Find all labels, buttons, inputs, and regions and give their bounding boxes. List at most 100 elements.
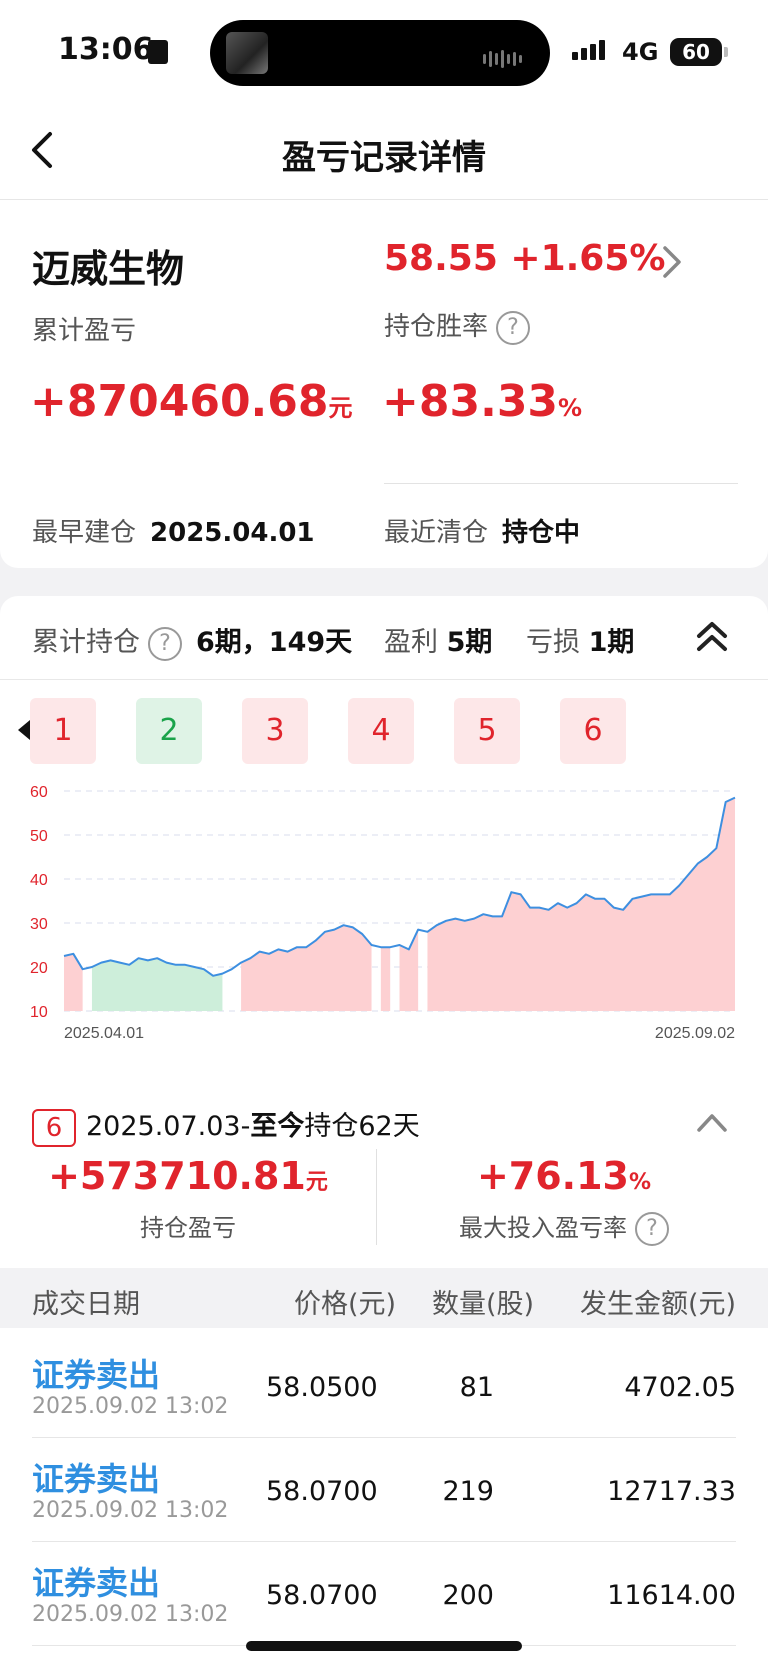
tx-qty: 200 — [442, 1580, 494, 1611]
max-invest-rate-value: +76.13% — [376, 1154, 752, 1198]
first-open-label: 最早建仓 — [32, 518, 137, 548]
holding-period-4-area[interactable] — [380, 947, 391, 1011]
table-row[interactable]: 证券卖出 2025.09.02 13:02 58.0500 81 4702.05 — [32, 1334, 736, 1438]
period-to-now: 至今 — [250, 1111, 305, 1142]
holding-pnl-value: +573710.81元 — [0, 1154, 376, 1198]
tx-qty: 219 — [442, 1476, 494, 1507]
help-icon[interactable]: ? — [148, 626, 182, 661]
stock-name[interactable]: 迈威生物 — [32, 238, 184, 293]
x-start-label: 2025.04.01 — [64, 1025, 144, 1042]
holding-pnl-label: 持仓盈亏 — [140, 1214, 236, 1242]
holding-period-1-area[interactable] — [64, 953, 83, 1011]
holding-pnl-unit: 元 — [305, 1170, 328, 1195]
max-invest-rate-stat: +76.13% 最大投入盈亏率? — [376, 1154, 752, 1246]
total-holdings: 累计持仓? 6期，149天 — [32, 620, 352, 661]
loss-periods: 亏损 1期 — [526, 620, 634, 659]
cumulative-pnl-value: +870460.68元 — [30, 376, 353, 427]
price-chart: 60 50 40 30 20 10 2025.04.01 2025.09.02 — [30, 784, 736, 1042]
tx-time: 2025.09.02 13:02 — [32, 1394, 229, 1419]
help-icon[interactable]: ? — [635, 1212, 669, 1246]
tx-amount: 12717.33 — [607, 1476, 736, 1507]
y-tick-label: 50 — [30, 828, 48, 845]
dynamic-island[interactable] — [210, 20, 550, 86]
status-bar: 13:06 4G 60 — [0, 0, 768, 100]
last-clear-row: 最近清仓 持仓中 — [384, 512, 580, 549]
album-art-icon — [226, 32, 268, 74]
period-chips: 123456 — [0, 698, 768, 764]
winrate-value: +83.33% — [382, 376, 582, 427]
profit-value: 5期 — [446, 627, 493, 658]
tx-time: 2025.09.02 13:02 — [32, 1498, 229, 1523]
period-chip-2[interactable]: 2 — [136, 698, 202, 764]
holding-period-2-area[interactable] — [91, 958, 223, 1011]
cumulative-pnl-unit: 元 — [328, 394, 353, 422]
max-invest-rate-label-wrap: 最大投入盈亏率? — [376, 1208, 752, 1246]
tx-qty: 81 — [459, 1372, 494, 1403]
status-time: 13:06 — [58, 32, 154, 67]
holdings-card: 累计持仓? 6期，149天 盈利 5期 亏损 1期 123456 60 50 40 30… — [0, 596, 768, 1665]
holding-pnl-number: +573710.81 — [48, 1154, 306, 1198]
cumulative-pnl-label: 累计盈亏 — [32, 316, 137, 346]
col-amount: 发生金额(元) — [580, 1289, 737, 1320]
period-badge: 6 — [32, 1108, 76, 1147]
period-date-range: 2025.07.03- — [86, 1111, 251, 1142]
max-invest-rate-number: +76.13 — [476, 1154, 629, 1198]
holding-pnl-stat: +573710.81元 持仓盈亏 — [0, 1154, 376, 1244]
period-chip-4[interactable]: 4 — [348, 698, 414, 764]
tx-type: 证券卖出 — [32, 1356, 161, 1394]
winrate-unit: % — [558, 394, 583, 422]
period-holding-prefix: 持仓 — [304, 1111, 359, 1142]
network-type: 4G — [622, 38, 659, 66]
tx-type: 证券卖出 — [32, 1460, 161, 1498]
period-chip-1[interactable]: 1 — [30, 698, 96, 764]
tx-price: 58.0500 — [266, 1372, 378, 1403]
max-invest-rate-label: 最大投入盈亏率 — [459, 1214, 627, 1242]
loss-value: 1期 — [588, 627, 635, 658]
cumulative-pnl-number: +870460.68 — [30, 376, 329, 427]
loss-label: 亏损 — [526, 627, 580, 658]
holdings-summary-bar: 累计持仓? 6期，149天 盈利 5期 亏损 1期 — [0, 596, 768, 680]
y-tick-label: 60 — [30, 784, 48, 801]
holding-period-3-area[interactable] — [241, 925, 372, 1011]
help-icon[interactable]: ? — [496, 310, 531, 345]
y-tick-label: 20 — [30, 960, 48, 977]
first-open-row: 最早建仓 2025.04.01 — [32, 512, 315, 549]
scroll-left-arrow-icon[interactable] — [18, 720, 30, 740]
divider — [384, 483, 738, 484]
total-holdings-label: 累计持仓 — [32, 627, 140, 658]
winrate-label: 持仓胜率 — [384, 312, 489, 342]
table-row[interactable]: 证券卖出 2025.09.02 13:02 58.0700 219 12717.33 — [32, 1438, 736, 1542]
tx-amount: 4702.05 — [624, 1372, 736, 1403]
home-indicator[interactable] — [246, 1641, 522, 1651]
last-clear-label: 最近清仓 — [384, 518, 489, 548]
profit-periods: 盈利 5期 — [384, 620, 492, 659]
holding-period-5-area[interactable] — [399, 929, 419, 1011]
battery-icon: 60 — [670, 38, 728, 66]
holding-period-6-area[interactable] — [427, 797, 735, 1011]
table-row[interactable]: 证券卖出 2025.09.02 13:02 58.0700 200 11614.00 — [32, 1542, 736, 1646]
period-chip-3[interactable]: 3 — [242, 698, 308, 764]
winrate-number: +83.33 — [382, 376, 559, 427]
period-chip-5[interactable]: 5 — [454, 698, 520, 764]
nav-bar: 盈亏记录详情 — [0, 100, 768, 200]
summary-card: 迈威生物 58.55 +1.65% 累计盈亏 持仓胜率? +870460.68元… — [0, 200, 768, 568]
tx-type: 证券卖出 — [32, 1564, 161, 1602]
y-tick-label: 40 — [30, 872, 48, 889]
tx-price: 58.0700 — [266, 1580, 378, 1611]
tx-time: 2025.09.02 13:02 — [32, 1602, 229, 1627]
chevron-right-icon[interactable] — [656, 242, 686, 282]
tx-amount: 11614.00 — [607, 1580, 736, 1611]
period-days: 62天 — [358, 1111, 420, 1142]
current-period-title: 6 2025.07.03-至今持仓62天 — [32, 1104, 420, 1147]
audio-wave-icon — [483, 50, 522, 68]
period-chip-6[interactable]: 6 — [560, 698, 626, 764]
stock-price-change[interactable]: 58.55 +1.65% — [384, 238, 665, 279]
double-chevron-up-icon[interactable] — [692, 616, 732, 656]
col-date: 成交日期 — [32, 1289, 140, 1320]
chevron-up-icon[interactable] — [696, 1110, 728, 1134]
y-tick-label: 30 — [30, 916, 48, 933]
profit-label: 盈利 — [384, 627, 438, 658]
col-qty: 数量(股) — [432, 1289, 535, 1320]
y-tick-label: 10 — [30, 1004, 48, 1021]
winrate-label-wrap: 持仓胜率? — [384, 306, 531, 345]
